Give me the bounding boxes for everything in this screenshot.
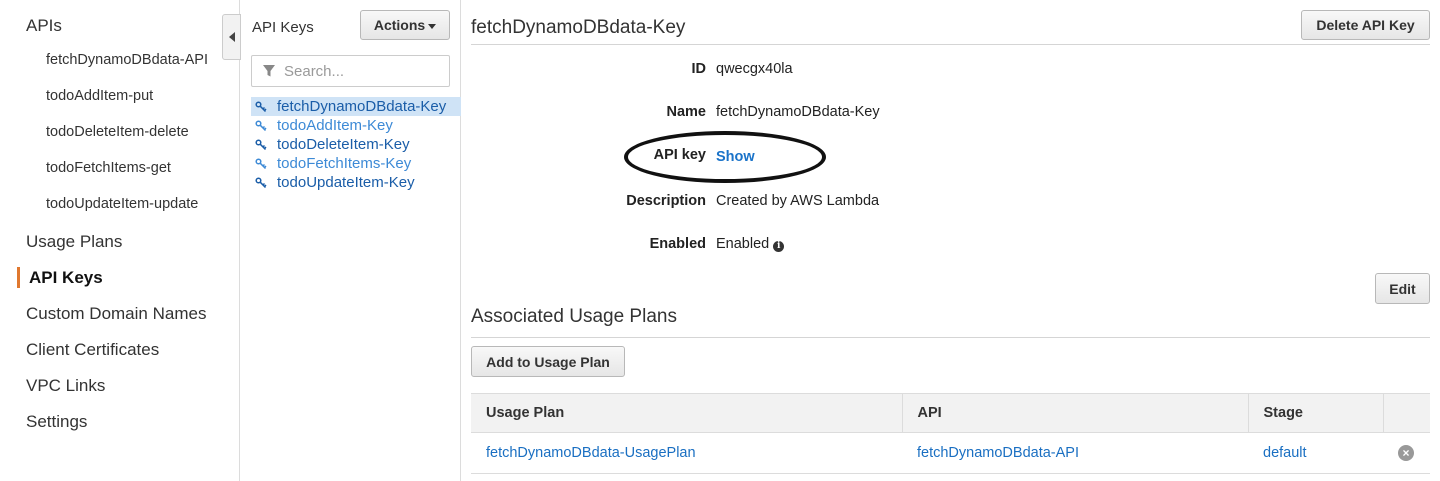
key-name: todoDeleteItem-Key [277,136,410,153]
enabled-label: Enabled [649,236,706,252]
add-to-usage-plan-button[interactable]: Add to Usage Plan [471,346,625,377]
usage-plan-link[interactable]: fetchDynamoDBdata-UsagePlan [471,432,902,474]
row-actions: × [1383,432,1430,474]
sidebar-item-settings[interactable]: Settings [26,412,87,432]
key-list: fetchDynamoDBdata-Key todoAddItem-Key to… [251,97,461,192]
edit-button[interactable]: Edit [1375,273,1430,304]
keys-panel-title: API Keys [252,19,314,36]
sidebar-item-vpc-links[interactable]: VPC Links [26,376,105,396]
api-link[interactable]: fetchDynamoDBdata-API [902,432,1248,474]
key-icon [255,100,267,112]
search-input[interactable] [284,62,434,80]
description-value: Created by AWS Lambda [716,193,880,209]
table-header-row: Usage Plan API Stage [471,393,1430,433]
search-field[interactable] [251,55,450,87]
keys-panel: API Keys Actions fetchDynamoDBdata-Key t… [241,0,461,481]
column-header-usage-plan[interactable]: Usage Plan [471,393,903,433]
id-value: qwecgx40la [716,61,793,77]
stage-link[interactable]: default [1248,432,1383,474]
divider [471,337,1430,338]
key-name: todoUpdateItem-Key [277,174,415,191]
show-api-key-link[interactable]: Show [716,149,755,165]
page-title: fetchDynamoDBdata-Key [471,17,686,38]
key-list-item[interactable]: todoUpdateItem-Key [255,173,461,192]
divider [471,44,1430,45]
description-label: Description [626,193,706,209]
section-title: Associated Usage Plans [471,306,677,327]
key-list-item[interactable]: todoDeleteItem-Key [255,135,461,154]
sidebar-item-client-certificates[interactable]: Client Certificates [26,340,159,360]
key-name: fetchDynamoDBdata-Key [277,98,447,115]
sidebar-api-item[interactable]: fetchDynamoDBdata-API [46,52,208,68]
name-label: Name [666,104,707,120]
caret-down-icon [428,23,437,29]
key-list-item[interactable]: fetchDynamoDBdata-Key [251,97,461,116]
sidebar-api-item[interactable]: todoAddItem-put [46,88,153,104]
collapse-panel-button[interactable] [222,14,241,60]
active-indicator [17,267,20,288]
delete-api-key-button[interactable]: Delete API Key [1301,10,1430,40]
column-header-stage[interactable]: Stage [1248,393,1384,433]
sidebar-api-item[interactable]: todoFetchItems-get [46,160,171,176]
remove-icon[interactable]: × [1398,445,1414,461]
key-icon [255,157,267,169]
sidebar-item-usage-plans[interactable]: Usage Plans [26,232,122,252]
key-list-item[interactable]: todoAddItem-Key [255,116,461,135]
api-key-label: API key [653,147,706,163]
sidebar-item-api-keys[interactable]: API Keys [29,268,103,288]
usage-plans-table: Usage Plan API Stage fetchDynamoDBdata-U… [471,393,1430,474]
table-row: fetchDynamoDBdata-UsagePlan fetchDynamoD… [471,432,1430,474]
key-list-item[interactable]: todoFetchItems-Key [255,154,461,173]
name-value: fetchDynamoDBdata-Key [716,104,880,120]
column-header-api[interactable]: API [902,393,1249,433]
key-name: todoFetchItems-Key [277,155,412,172]
key-icon [255,138,267,150]
info-icon[interactable]: i [773,241,785,252]
key-name: todoAddItem-Key [277,117,393,134]
key-icon [255,176,267,188]
actions-button[interactable]: Actions [360,10,450,40]
sidebar-item-custom-domain-names[interactable]: Custom Domain Names [26,304,206,324]
sidebar: APIs fetchDynamoDBdata-API todoAddItem-p… [0,0,240,481]
key-icon [255,119,267,131]
enabled-status: Enabled i [716,236,785,252]
filter-icon [263,65,275,77]
sidebar-item-apis[interactable]: APIs [26,16,62,36]
id-label: ID [691,61,707,77]
column-header-actions [1383,393,1430,433]
sidebar-api-item[interactable]: todoUpdateItem-update [46,196,198,212]
chevron-left-icon [228,32,235,42]
sidebar-api-item[interactable]: todoDeleteItem-delete [46,124,189,140]
actions-label: Actions [373,17,426,33]
enabled-value: Enabled [716,236,770,252]
